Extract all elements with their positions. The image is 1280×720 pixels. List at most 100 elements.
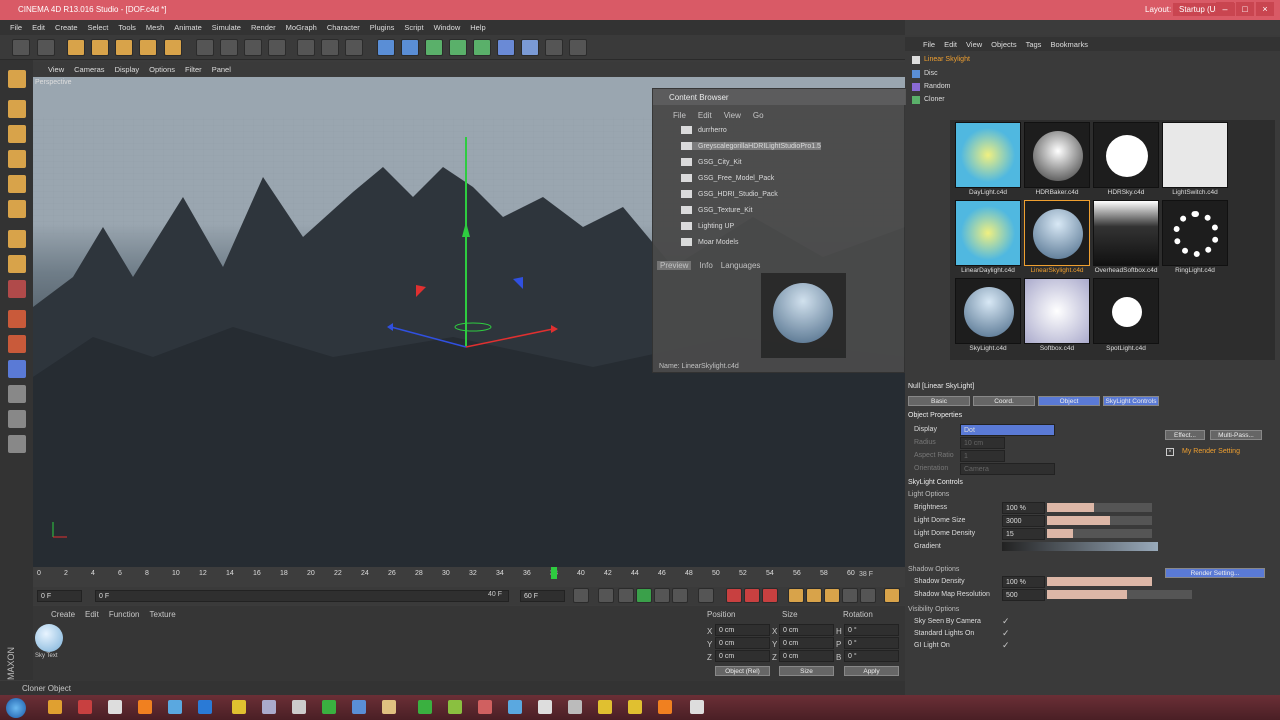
brightness-field[interactable]: 100 % xyxy=(1002,502,1045,514)
standard-lights-checkbox[interactable]: ✓ xyxy=(1002,628,1010,639)
scale-key-icon[interactable] xyxy=(806,588,822,603)
menu-item[interactable]: Mesh xyxy=(146,23,164,32)
render-settings-icon[interactable] xyxy=(345,39,363,56)
shadow-density-slider[interactable] xyxy=(1047,577,1152,586)
pen-icon[interactable] xyxy=(401,39,419,56)
viewport-menu-item[interactable]: Panel xyxy=(212,65,231,74)
effect-button[interactable]: Effect... xyxy=(1165,430,1205,440)
viewport-menu-item[interactable]: Display xyxy=(115,65,140,74)
cb-folder[interactable]: durrherro xyxy=(681,126,727,134)
minimize-icon[interactable]: – xyxy=(1216,2,1234,16)
cb-folder[interactable]: GSG_City_Kit xyxy=(681,158,742,166)
next-frame-icon[interactable] xyxy=(654,588,670,603)
object-row[interactable]: Linear Skylight xyxy=(912,53,970,66)
size-z-field[interactable]: 0 cm xyxy=(779,650,834,662)
play-icon[interactable] xyxy=(636,588,652,603)
aspect-field[interactable]: 1 xyxy=(960,450,1005,462)
cb-tab-languages[interactable]: Languages xyxy=(721,261,761,270)
move-icon[interactable] xyxy=(91,39,109,56)
menu-item[interactable]: Help xyxy=(470,23,485,32)
soft-selection-icon[interactable] xyxy=(8,410,26,428)
tweak-mode-icon[interactable] xyxy=(8,255,26,273)
radius-field[interactable]: 10 cm xyxy=(960,437,1005,449)
next-key-icon[interactable] xyxy=(672,588,688,603)
axis-mode-icon[interactable] xyxy=(8,230,26,248)
last-tool-icon[interactable] xyxy=(164,39,182,56)
cb-folder[interactable]: GSG_HDRI_Studio_Pack xyxy=(681,190,778,198)
menu-item[interactable]: Edit xyxy=(32,23,45,32)
thumb-skylight[interactable] xyxy=(955,278,1021,344)
close-icon[interactable]: × xyxy=(1256,2,1274,16)
render-picture-icon[interactable] xyxy=(321,39,339,56)
coord-mode-select[interactable]: Object (Rel) xyxy=(715,666,770,676)
viewport-menu-item[interactable]: Options xyxy=(149,65,175,74)
tab-object[interactable]: Object xyxy=(1038,396,1100,406)
prev-key-icon[interactable] xyxy=(598,588,614,603)
scene-icon[interactable] xyxy=(497,39,515,56)
coord-size-select[interactable]: Size xyxy=(779,666,834,676)
viewport-menu-item[interactable]: View xyxy=(48,65,64,74)
material-menu-item[interactable]: Function xyxy=(109,610,140,619)
material-menu-item[interactable]: Create xyxy=(51,610,75,619)
cube-icon[interactable] xyxy=(377,39,395,56)
menu-item[interactable]: MoGraph xyxy=(286,23,317,32)
menu-item[interactable]: Script xyxy=(404,23,423,32)
tab-basic[interactable]: Basic xyxy=(908,396,970,406)
record-icon[interactable] xyxy=(726,588,742,603)
om-menu-item[interactable]: View xyxy=(966,40,982,49)
cb-folder[interactable]: Moar Models xyxy=(681,238,738,246)
om-menu-item[interactable]: Objects xyxy=(991,40,1016,49)
menu-item[interactable]: Select xyxy=(88,23,109,32)
om-menu-item[interactable]: File xyxy=(923,40,935,49)
cb-folder[interactable]: GreyscalegorillaHDRILightStudioPro1.5 xyxy=(681,142,821,150)
render-view-icon[interactable] xyxy=(297,39,315,56)
material-menu-item[interactable]: Texture xyxy=(150,610,176,619)
app-icon[interactable] xyxy=(568,700,582,714)
gradient-bar[interactable] xyxy=(1002,542,1158,551)
app-icon[interactable] xyxy=(538,700,552,714)
app-icon[interactable] xyxy=(508,700,522,714)
timeline-menu-icon[interactable] xyxy=(884,588,900,603)
current-frame-field[interactable]: 0 F xyxy=(95,590,509,602)
floor-icon[interactable] xyxy=(521,39,539,56)
animation-icon[interactable] xyxy=(8,335,26,353)
menu-item[interactable]: File xyxy=(10,23,22,32)
points-mode-icon[interactable] xyxy=(8,150,26,168)
z-axis-icon[interactable] xyxy=(244,39,262,56)
menu-item[interactable]: Character xyxy=(327,23,360,32)
app-icon[interactable] xyxy=(598,700,612,714)
rot-key-icon[interactable] xyxy=(824,588,840,603)
grab-icon[interactable] xyxy=(8,385,26,403)
menu-item[interactable]: Plugins xyxy=(370,23,395,32)
cb-menu-item[interactable]: Go xyxy=(753,111,764,120)
light-icon[interactable] xyxy=(569,39,587,56)
y-axis-icon[interactable] xyxy=(220,39,238,56)
menu-item[interactable]: Render xyxy=(251,23,276,32)
cb-folder[interactable]: GSG_Texture_Kit xyxy=(681,206,752,214)
object-row[interactable]: Disc xyxy=(912,67,938,80)
app-icon[interactable] xyxy=(262,700,276,714)
thumb-lineardaylight[interactable] xyxy=(955,200,1021,266)
brightness-slider[interactable] xyxy=(1047,503,1152,512)
brush-icon[interactable] xyxy=(8,435,26,453)
thumb-hdrsky[interactable] xyxy=(1093,122,1159,188)
viewport-menu-item[interactable]: Filter xyxy=(185,65,202,74)
menu-item[interactable]: Simulate xyxy=(212,23,241,32)
deformer-icon[interactable] xyxy=(473,39,491,56)
edges-mode-icon[interactable] xyxy=(8,175,26,193)
workplane-icon[interactable] xyxy=(8,125,26,143)
app-icon[interactable] xyxy=(690,700,704,714)
viewport-menu-item[interactable]: Cameras xyxy=(74,65,104,74)
render-setting-button[interactable]: Render Setting... xyxy=(1165,568,1265,578)
autokey-icon[interactable] xyxy=(744,588,760,603)
param-key-icon[interactable] xyxy=(842,588,858,603)
goto-end-icon[interactable] xyxy=(698,588,714,603)
dome-size-slider[interactable] xyxy=(1047,516,1152,525)
nurbs-icon[interactable] xyxy=(425,39,443,56)
cb-tab-preview[interactable]: Preview xyxy=(657,261,692,270)
position-z-field[interactable]: 0 cm xyxy=(715,650,770,662)
material-menu-item[interactable]: Edit xyxy=(85,610,99,619)
om-menu-item[interactable]: Tags xyxy=(1026,40,1042,49)
dome-size-field[interactable]: 3000 xyxy=(1002,515,1045,527)
app-icon[interactable] xyxy=(168,700,182,714)
